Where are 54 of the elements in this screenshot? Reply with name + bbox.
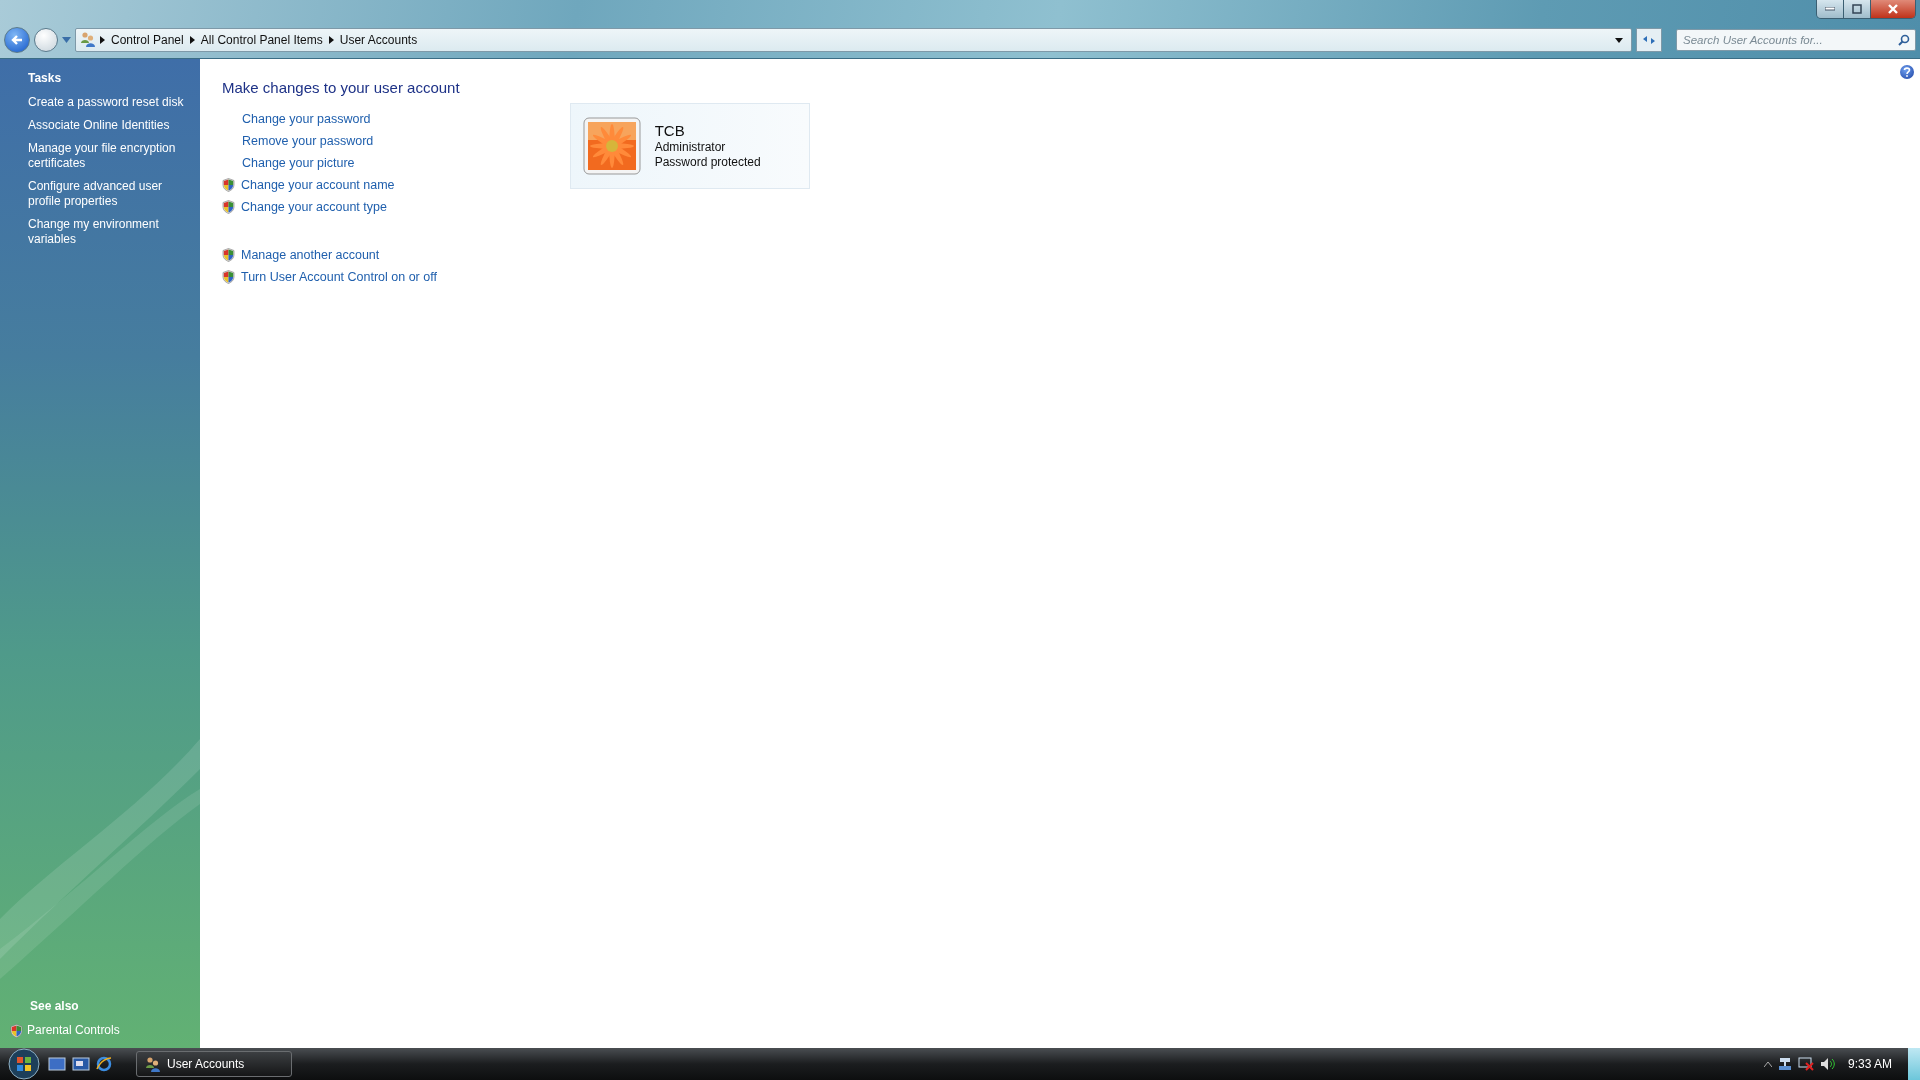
users-icon (80, 30, 96, 47)
taskbar-window-button[interactable]: User Accounts (136, 1051, 292, 1077)
search-field[interactable]: Search User Accounts for... (1676, 29, 1916, 51)
task-link[interactable]: Change your picture (222, 156, 460, 170)
forward-button[interactable] (34, 28, 58, 52)
close-icon (1888, 4, 1898, 14)
address-bar[interactable]: Control Panel All Control Panel Items User Accounts (75, 28, 1632, 52)
account-name: TCB (654, 122, 686, 140)
windows-switch-icon[interactable] (72, 1057, 90, 1071)
volume-icon[interactable] (1819, 1057, 1836, 1071)
browser-icon[interactable] (96, 1056, 112, 1072)
shield-icon (222, 200, 235, 214)
sidebar-link[interactable]: Associate Online Identities (28, 118, 188, 133)
shield-icon (10, 1023, 23, 1038)
maximize-button[interactable] (1843, 0, 1870, 18)
help-button[interactable] (1900, 65, 1914, 79)
chevron-icon (328, 36, 334, 44)
breadcrumb-item[interactable]: All Control Panel Items (194, 33, 329, 47)
clock: 9:33 AM (1847, 1057, 1892, 1071)
sidebar-link[interactable]: Create a password reset disk (28, 95, 188, 110)
task-link[interactable]: Change your account type (222, 200, 460, 214)
back-arrow-icon (11, 34, 23, 46)
breadcrumb-item[interactable]: User Accounts (333, 33, 424, 47)
account-status: Password protected (654, 155, 761, 170)
chevron-icon (189, 36, 195, 44)
network-disconnected-icon[interactable] (1797, 1057, 1814, 1071)
close-button[interactable] (1870, 0, 1915, 18)
dropdown-arrow-icon[interactable] (1615, 37, 1623, 43)
sidebar-link[interactable]: Configure advanced user profile properties (28, 179, 188, 209)
sidebar-heading: See also (29, 999, 80, 1013)
sidebar-link[interactable]: Change my environment variables (28, 217, 188, 247)
shield-icon (222, 270, 235, 284)
account-type: Administrator (654, 140, 727, 155)
network-icon[interactable] (1777, 1057, 1792, 1071)
sidebar-link[interactable]: Manage your file encryption certificates (28, 141, 188, 171)
shield-icon (222, 178, 235, 192)
restore-icon (1852, 4, 1862, 14)
users-icon (145, 1056, 161, 1072)
refresh-icon (1642, 34, 1656, 46)
minimize-button[interactable] (1817, 0, 1843, 18)
refresh-button[interactable] (1636, 28, 1662, 52)
task-link[interactable]: Turn User Account Control on or off (222, 270, 460, 284)
minimize-icon (1825, 7, 1835, 11)
task-link[interactable]: Change your password (222, 112, 460, 126)
shield-icon (222, 248, 235, 262)
task-link[interactable]: Change your account name (222, 178, 460, 192)
task-link[interactable]: Remove your password (222, 134, 460, 148)
chevron-up-icon[interactable] (1763, 1061, 1772, 1067)
breadcrumb-item[interactable]: Control Panel (105, 33, 190, 47)
back-button[interactable] (4, 27, 30, 53)
sidebar-heading: Tasks (28, 71, 63, 85)
page-title: Make changes to your user account (222, 79, 460, 96)
task-link[interactable]: Manage another account (222, 248, 460, 262)
chevron-icon (100, 36, 105, 44)
